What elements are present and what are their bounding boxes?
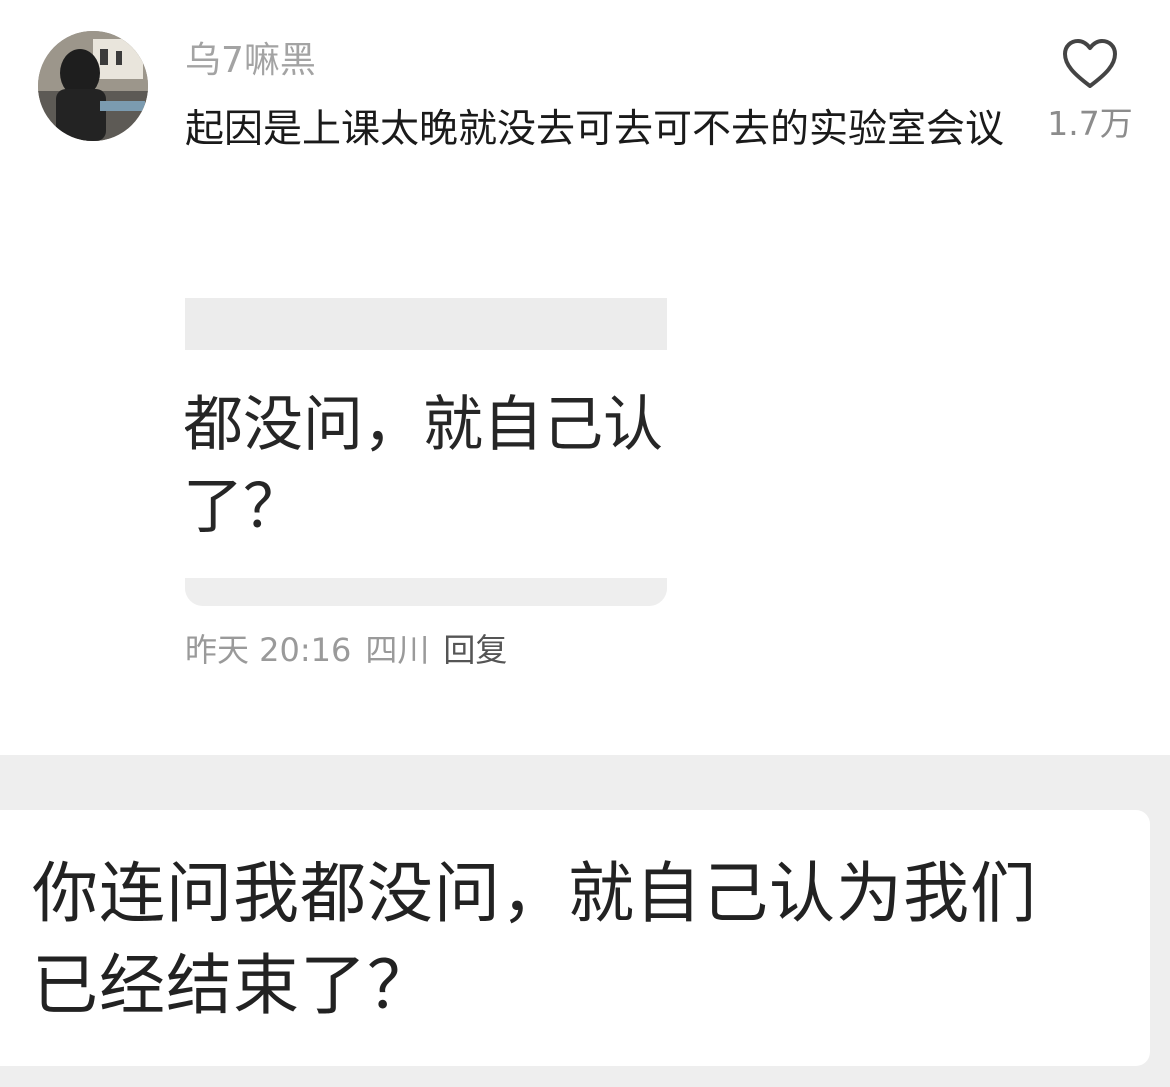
username[interactable]: 乌7嘛黑 — [185, 36, 316, 86]
comment-image-thumbnail[interactable]: 都没问，就自己认 了？ — [185, 298, 667, 606]
comment-time: 昨天 20:16 — [185, 631, 352, 669]
like-button[interactable]: 1.7万 — [1030, 36, 1150, 144]
heart-outline-icon[interactable] — [1060, 36, 1120, 92]
user-avatar[interactable] — [38, 31, 148, 141]
reply-button[interactable]: 回复 — [443, 631, 507, 669]
image-top-band — [185, 298, 667, 350]
comment-meta: 昨天 20:16 四川 回复 — [185, 628, 507, 672]
like-count: 1.7万 — [1047, 104, 1133, 143]
image-cropped-text: 都没问，就自己认 了？ — [185, 390, 663, 542]
zoomed-image-text: 你连问我都没问，就自己认为我们 已经结束了？ — [32, 855, 1037, 1024]
zoomed-image-card: 你连问我都没问，就自己认为我们 已经结束了？ — [0, 810, 1150, 1066]
image-bottom-band — [185, 578, 667, 606]
comment-location: 四川 — [365, 631, 430, 669]
comment-text: 起因是上课太晚就没去可去可不去的实验室会议 — [185, 107, 1005, 152]
